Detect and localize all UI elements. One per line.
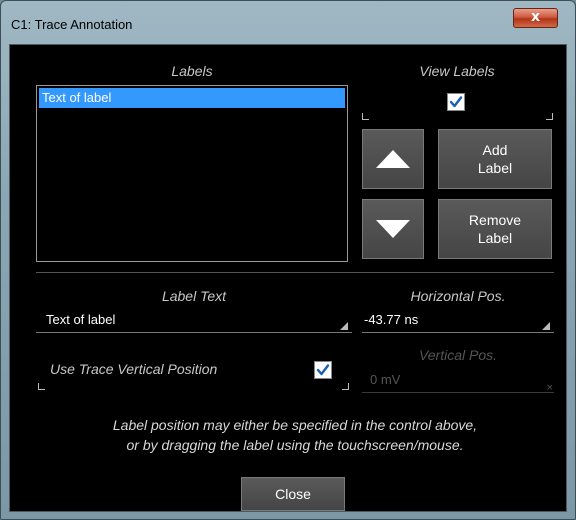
move-down-button[interactable] (362, 199, 424, 259)
labels-list[interactable]: Text of label (36, 85, 348, 262)
label-text-heading: Label Text (161, 288, 227, 304)
use-trace-vertical-label: Use Trace Vertical Position (50, 361, 218, 377)
trace-annotation-dialog: C1: Trace Annotation x Labels Text of la… (0, 0, 576, 520)
close-button[interactable]: Close (241, 477, 345, 511)
vertical-pos-field: 0 mV × (362, 367, 554, 393)
horizontal-pos-heading: Horizontal Pos. (410, 288, 506, 304)
field-underline (36, 332, 352, 333)
up-arrow-icon (376, 150, 410, 168)
horizontal-pos-field[interactable]: -43.77 ns (362, 307, 554, 333)
list-item[interactable]: Text of label (39, 88, 345, 108)
remove-label-text: Remove Label (468, 212, 522, 246)
window-close-button[interactable]: x (513, 8, 558, 28)
move-up-button[interactable] (362, 129, 424, 189)
close-icon: x (530, 9, 541, 25)
labels-heading: Labels (171, 63, 213, 79)
view-labels-heading: View Labels (419, 63, 495, 79)
remove-label-button[interactable]: Remove Label (438, 199, 552, 259)
frame-corner-right (546, 113, 553, 120)
checkmark-icon (316, 364, 330, 376)
field-underline (362, 392, 554, 393)
horizontal-pos-value: -43.77 ns (364, 312, 419, 327)
close-button-label: Close (275, 486, 311, 502)
label-text-field[interactable]: Text of label (36, 307, 352, 333)
add-label-text: Add Label (477, 142, 513, 176)
down-arrow-icon (376, 220, 410, 238)
field-underline (362, 332, 554, 333)
add-label-button[interactable]: Add Label (438, 129, 552, 189)
frame-corner-left (38, 383, 45, 390)
info-text: Label position may either be specified i… (36, 415, 554, 455)
section-divider (36, 272, 554, 273)
info-line-1: Label position may either be specified i… (112, 417, 478, 433)
frame-corner-right (342, 383, 349, 390)
window-title: C1: Trace Annotation (11, 17, 133, 32)
frame-corner-left (362, 113, 369, 120)
checkmark-icon (449, 96, 463, 108)
label-text-value: Text of label (46, 312, 116, 327)
corner-resize-icon (542, 322, 550, 330)
vertical-pos-value: 0 mV (370, 372, 401, 387)
vertical-pos-heading: Vertical Pos. (418, 347, 498, 363)
dialog-panel: Labels Text of label View Labels Add Lab… (9, 44, 567, 512)
title-bar[interactable]: C1: Trace Annotation x (1, 1, 575, 43)
corner-x-icon: × (546, 383, 554, 393)
view-labels-checkbox[interactable] (447, 93, 465, 111)
use-trace-vertical-checkbox[interactable] (314, 361, 332, 379)
info-line-2: or by dragging the label using the touch… (126, 437, 464, 453)
corner-resize-icon (340, 322, 348, 330)
